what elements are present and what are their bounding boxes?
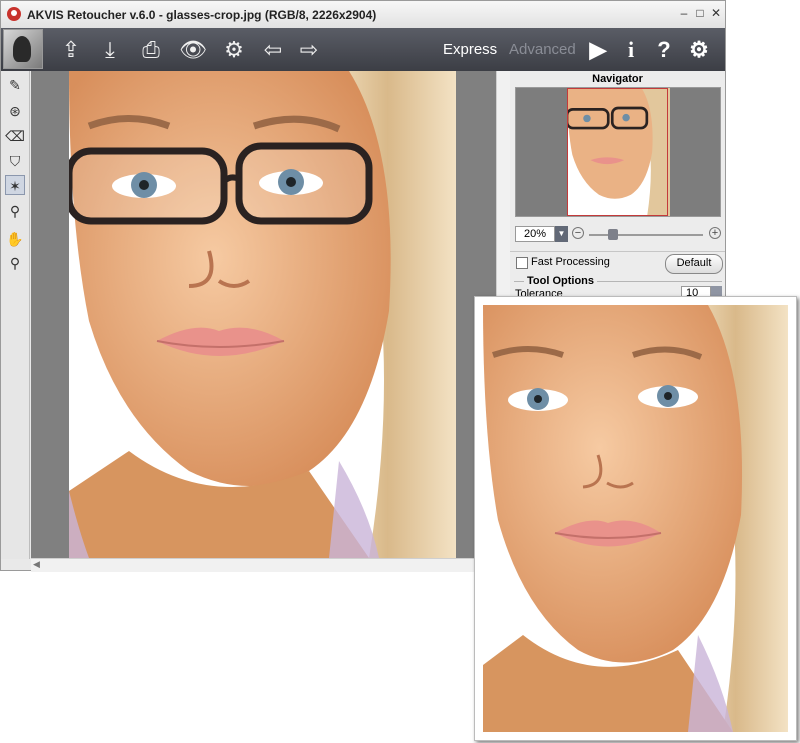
- play-icon[interactable]: ▶: [585, 36, 611, 64]
- before-photo: [69, 71, 456, 558]
- fast-processing-checkbox[interactable]: [516, 257, 528, 269]
- advanced-mode-tab[interactable]: Advanced: [509, 41, 576, 58]
- preferences-eye-icon[interactable]: 👁: [179, 36, 207, 64]
- face-without-glasses-image: [483, 305, 788, 732]
- toolbar: ⇪ ⤓ ⎙ 👁 ⚙ ⇦ ⇨ Express Advanced ▶ i ? ⚙: [1, 28, 725, 71]
- horizontal-scrollbar[interactable]: ◀: [31, 558, 509, 572]
- forward-arrow-icon[interactable]: ⇨: [295, 36, 323, 64]
- panel-divider: [510, 251, 725, 252]
- magic-wand-tool-icon[interactable]: ✶: [5, 175, 25, 195]
- settings-gear-icon[interactable]: ⚙: [686, 36, 712, 64]
- close-button[interactable]: ✕: [709, 6, 723, 20]
- maximize-button[interactable]: □: [693, 6, 707, 20]
- clone-stamp-tool-icon[interactable]: ⊛: [5, 101, 25, 121]
- zoom-out-icon[interactable]: −: [572, 227, 584, 239]
- zoom-dropdown-icon[interactable]: ▼: [555, 226, 568, 242]
- zoom-tool-icon[interactable]: ⚲: [5, 253, 25, 273]
- fast-processing-label: Fast Processing: [531, 256, 610, 268]
- image-canvas[interactable]: [31, 71, 496, 558]
- hand-tool-icon[interactable]: ✋: [5, 229, 25, 249]
- help-icon[interactable]: ?: [651, 36, 677, 64]
- navigator-title: Navigator: [592, 73, 643, 85]
- fill-bucket-tool-icon[interactable]: ⛉: [5, 151, 25, 171]
- back-arrow-icon[interactable]: ⇦: [259, 36, 287, 64]
- navigator-preview[interactable]: [515, 87, 721, 217]
- open-icon[interactable]: ⇪: [57, 36, 85, 64]
- title-bar[interactable]: AKVIS Retoucher v.6.0 - glasses-crop.jpg…: [1, 1, 725, 29]
- after-photo: [483, 305, 788, 732]
- save-icon[interactable]: ⤓: [96, 36, 124, 64]
- window-title: AKVIS Retoucher v.6.0 - glasses-crop.jpg…: [27, 8, 377, 22]
- run-gear-icon[interactable]: ⚙: [220, 36, 248, 64]
- akvis-app-icon: [7, 7, 21, 21]
- scroll-left-arrow-icon[interactable]: ◀: [33, 559, 40, 570]
- minimize-button[interactable]: –: [677, 6, 691, 20]
- default-button[interactable]: Default: [665, 254, 723, 274]
- navigator-thumbnail: [567, 88, 670, 216]
- eraser-tool-icon[interactable]: ⌫: [5, 126, 25, 146]
- navigator-view-rect[interactable]: [567, 88, 668, 216]
- zoom-value-field[interactable]: 20%: [515, 226, 555, 242]
- zoom-in-icon[interactable]: +: [709, 227, 721, 239]
- print-icon[interactable]: ⎙: [137, 36, 165, 64]
- zoom-slider-track[interactable]: [589, 234, 703, 236]
- eyedropper-tool-icon[interactable]: ⚲: [5, 201, 25, 221]
- retoucher-logo: [3, 29, 43, 69]
- result-photo-frame: [474, 296, 797, 741]
- info-icon[interactable]: i: [618, 36, 644, 64]
- face-with-glasses-image: [69, 71, 456, 558]
- tool-options-title: Tool Options: [524, 275, 598, 287]
- express-mode-tab[interactable]: Express: [443, 41, 497, 58]
- zoom-slider-thumb[interactable]: [608, 229, 618, 240]
- brush-tool-icon[interactable]: ✎: [5, 75, 25, 95]
- tool-bar: ✎ ⊛ ⌫ ⛉ ✶ ⚲ ✋ ⚲: [1, 71, 30, 559]
